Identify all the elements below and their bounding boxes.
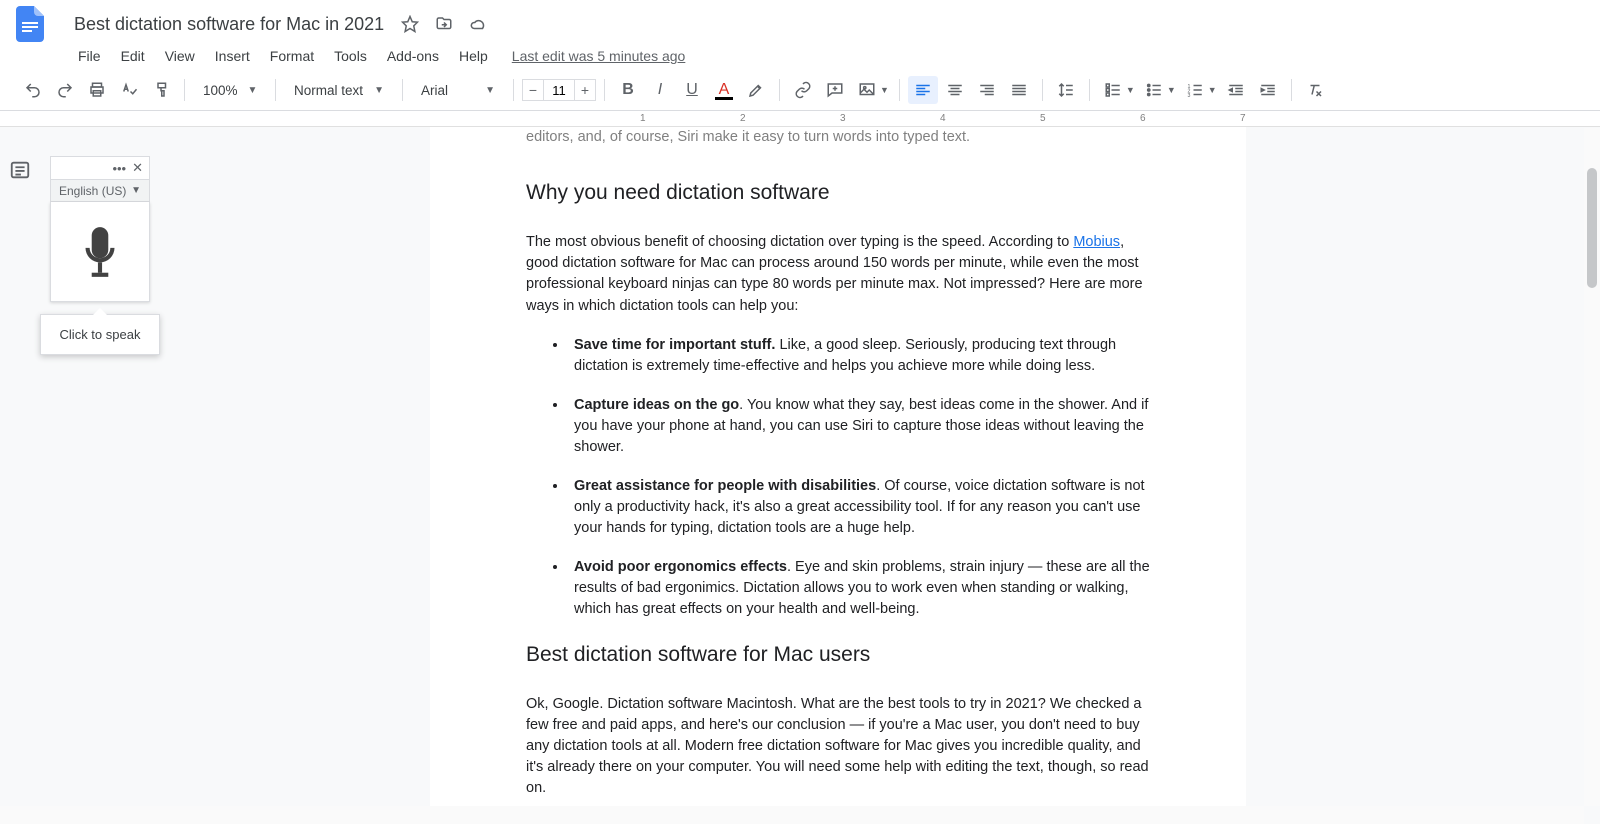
last-edit-link[interactable]: Last edit was 5 minutes ago xyxy=(512,48,686,64)
document-title[interactable]: Best dictation software for Mac in 2021 xyxy=(68,12,390,37)
paint-format-button[interactable] xyxy=(146,76,176,104)
menu-insert[interactable]: Insert xyxy=(205,44,260,68)
list-item: Great assistance for people with disabil… xyxy=(568,476,1150,539)
docs-logo[interactable] xyxy=(10,4,50,44)
bold-button[interactable]: B xyxy=(613,76,643,104)
increase-font-size-button[interactable]: + xyxy=(574,79,596,101)
clear-formatting-button[interactable] xyxy=(1300,76,1330,104)
zoom-value: 100% xyxy=(203,83,238,98)
paragraph-style-value: Normal text xyxy=(294,83,363,98)
vertical-scrollbar[interactable] xyxy=(1584,128,1600,806)
align-right-button[interactable] xyxy=(972,76,1002,104)
toolbar-separator xyxy=(1291,79,1292,101)
toolbar-separator xyxy=(1089,79,1090,101)
dropdown-caret-icon[interactable]: ▼ xyxy=(880,85,889,95)
font-size-input[interactable]: 11 xyxy=(544,79,574,101)
paragraph: Ok, Google. Dictation software Macintosh… xyxy=(526,694,1150,799)
undo-button[interactable] xyxy=(18,76,48,104)
panel-close-icon[interactable]: ✕ xyxy=(132,160,143,176)
paragraph-text: The most obvious benefit of choosing dic… xyxy=(526,234,1073,250)
toolbar-separator xyxy=(604,79,605,101)
dropdown-caret-icon[interactable]: ▼ xyxy=(1126,85,1135,95)
decrease-indent-button[interactable] xyxy=(1221,76,1251,104)
insert-image-button[interactable] xyxy=(852,76,882,104)
redo-button[interactable] xyxy=(50,76,80,104)
highlight-button[interactable] xyxy=(741,76,771,104)
insert-comment-button[interactable] xyxy=(820,76,850,104)
bullet-list: Save time for important stuff. Like, a g… xyxy=(526,335,1150,620)
scrollbar-thumb[interactable] xyxy=(1587,168,1597,288)
heading-best: Best dictation software for Mac users xyxy=(526,640,1150,670)
voice-tooltip: Click to speak xyxy=(40,314,160,355)
toolbar: 100%▼ Normal text▼ Arial▼ − 11 + B I U A… xyxy=(0,70,1600,110)
voice-language-value: English (US) xyxy=(59,184,126,198)
numbered-list-button[interactable]: 123 xyxy=(1180,76,1210,104)
menu-file[interactable]: File xyxy=(68,44,111,68)
list-item: Avoid poor ergonomics effects. Eye and s… xyxy=(568,557,1150,620)
bullet-bold: Capture ideas on the go xyxy=(574,397,739,413)
toolbar-separator xyxy=(513,79,514,101)
checklist-button[interactable] xyxy=(1098,76,1128,104)
toolbar-separator xyxy=(184,79,185,101)
voice-mic-button[interactable] xyxy=(50,202,150,302)
ruler-tick: 7 xyxy=(1240,113,1246,124)
spellcheck-button[interactable] xyxy=(114,76,144,104)
bullet-bold: Avoid poor ergonomics effects xyxy=(574,559,787,575)
dropdown-caret-icon[interactable]: ▼ xyxy=(1167,85,1176,95)
toolbar-separator xyxy=(779,79,780,101)
ruler-tick: 6 xyxy=(1140,113,1146,124)
italic-button[interactable]: I xyxy=(645,76,675,104)
bulleted-list-button[interactable] xyxy=(1139,76,1169,104)
move-icon[interactable] xyxy=(434,14,454,34)
cutoff-text: editors, and, of course, Siri make it ea… xyxy=(526,127,1150,148)
ruler-tick: 3 xyxy=(840,113,846,124)
menu-edit[interactable]: Edit xyxy=(111,44,155,68)
voice-language-select[interactable]: English (US) ▼ xyxy=(50,180,150,202)
line-spacing-button[interactable] xyxy=(1051,76,1081,104)
heading-why: Why you need dictation software xyxy=(526,178,1150,208)
ruler-tick: 4 xyxy=(940,113,946,124)
link-mobius[interactable]: Mobius xyxy=(1073,234,1120,250)
bullet-bold: Great assistance for people with disabil… xyxy=(574,478,876,494)
print-button[interactable] xyxy=(82,76,112,104)
ruler-tick: 5 xyxy=(1040,113,1046,124)
align-center-button[interactable] xyxy=(940,76,970,104)
insert-link-button[interactable] xyxy=(788,76,818,104)
align-left-button[interactable] xyxy=(908,76,938,104)
menu-view[interactable]: View xyxy=(155,44,205,68)
ruler-tick: 1 xyxy=(640,113,646,124)
show-outline-button[interactable] xyxy=(5,155,35,190)
align-justify-button[interactable] xyxy=(1004,76,1034,104)
document-page[interactable]: editors, and, of course, Siri make it ea… xyxy=(430,127,1246,823)
list-item: Save time for important stuff. Like, a g… xyxy=(568,335,1150,377)
increase-indent-button[interactable] xyxy=(1253,76,1283,104)
menu-tools[interactable]: Tools xyxy=(324,44,377,68)
text-color-button[interactable]: A xyxy=(709,76,739,104)
zoom-select[interactable]: 100%▼ xyxy=(193,77,267,103)
bullet-bold: Save time for important stuff. xyxy=(574,337,775,353)
dropdown-caret-icon[interactable]: ▼ xyxy=(1208,85,1217,95)
cloud-status-icon[interactable] xyxy=(468,14,488,34)
horizontal-scrollbar[interactable] xyxy=(0,806,1584,824)
font-value: Arial xyxy=(421,83,448,98)
voice-typing-panel: ••• ✕ English (US) ▼ Click to speak xyxy=(50,156,170,355)
toolbar-separator xyxy=(1042,79,1043,101)
paragraph: The most obvious benefit of choosing dic… xyxy=(526,232,1150,316)
menu-format[interactable]: Format xyxy=(260,44,324,68)
star-icon[interactable] xyxy=(400,14,420,34)
svg-text:3: 3 xyxy=(1187,93,1190,99)
toolbar-separator xyxy=(899,79,900,101)
font-select[interactable]: Arial▼ xyxy=(411,77,505,103)
horizontal-ruler[interactable]: 1 2 3 4 5 6 7 xyxy=(0,111,1600,127)
toolbar-separator xyxy=(402,79,403,101)
panel-more-icon[interactable]: ••• xyxy=(112,161,126,176)
menu-help[interactable]: Help xyxy=(449,44,498,68)
paragraph-style-select[interactable]: Normal text▼ xyxy=(284,77,394,103)
decrease-font-size-button[interactable]: − xyxy=(522,79,544,101)
toolbar-separator xyxy=(275,79,276,101)
underline-button[interactable]: U xyxy=(677,76,707,104)
menu-addons[interactable]: Add-ons xyxy=(377,44,449,68)
list-item: Capture ideas on the go. You know what t… xyxy=(568,395,1150,458)
ruler-tick: 2 xyxy=(740,113,746,124)
